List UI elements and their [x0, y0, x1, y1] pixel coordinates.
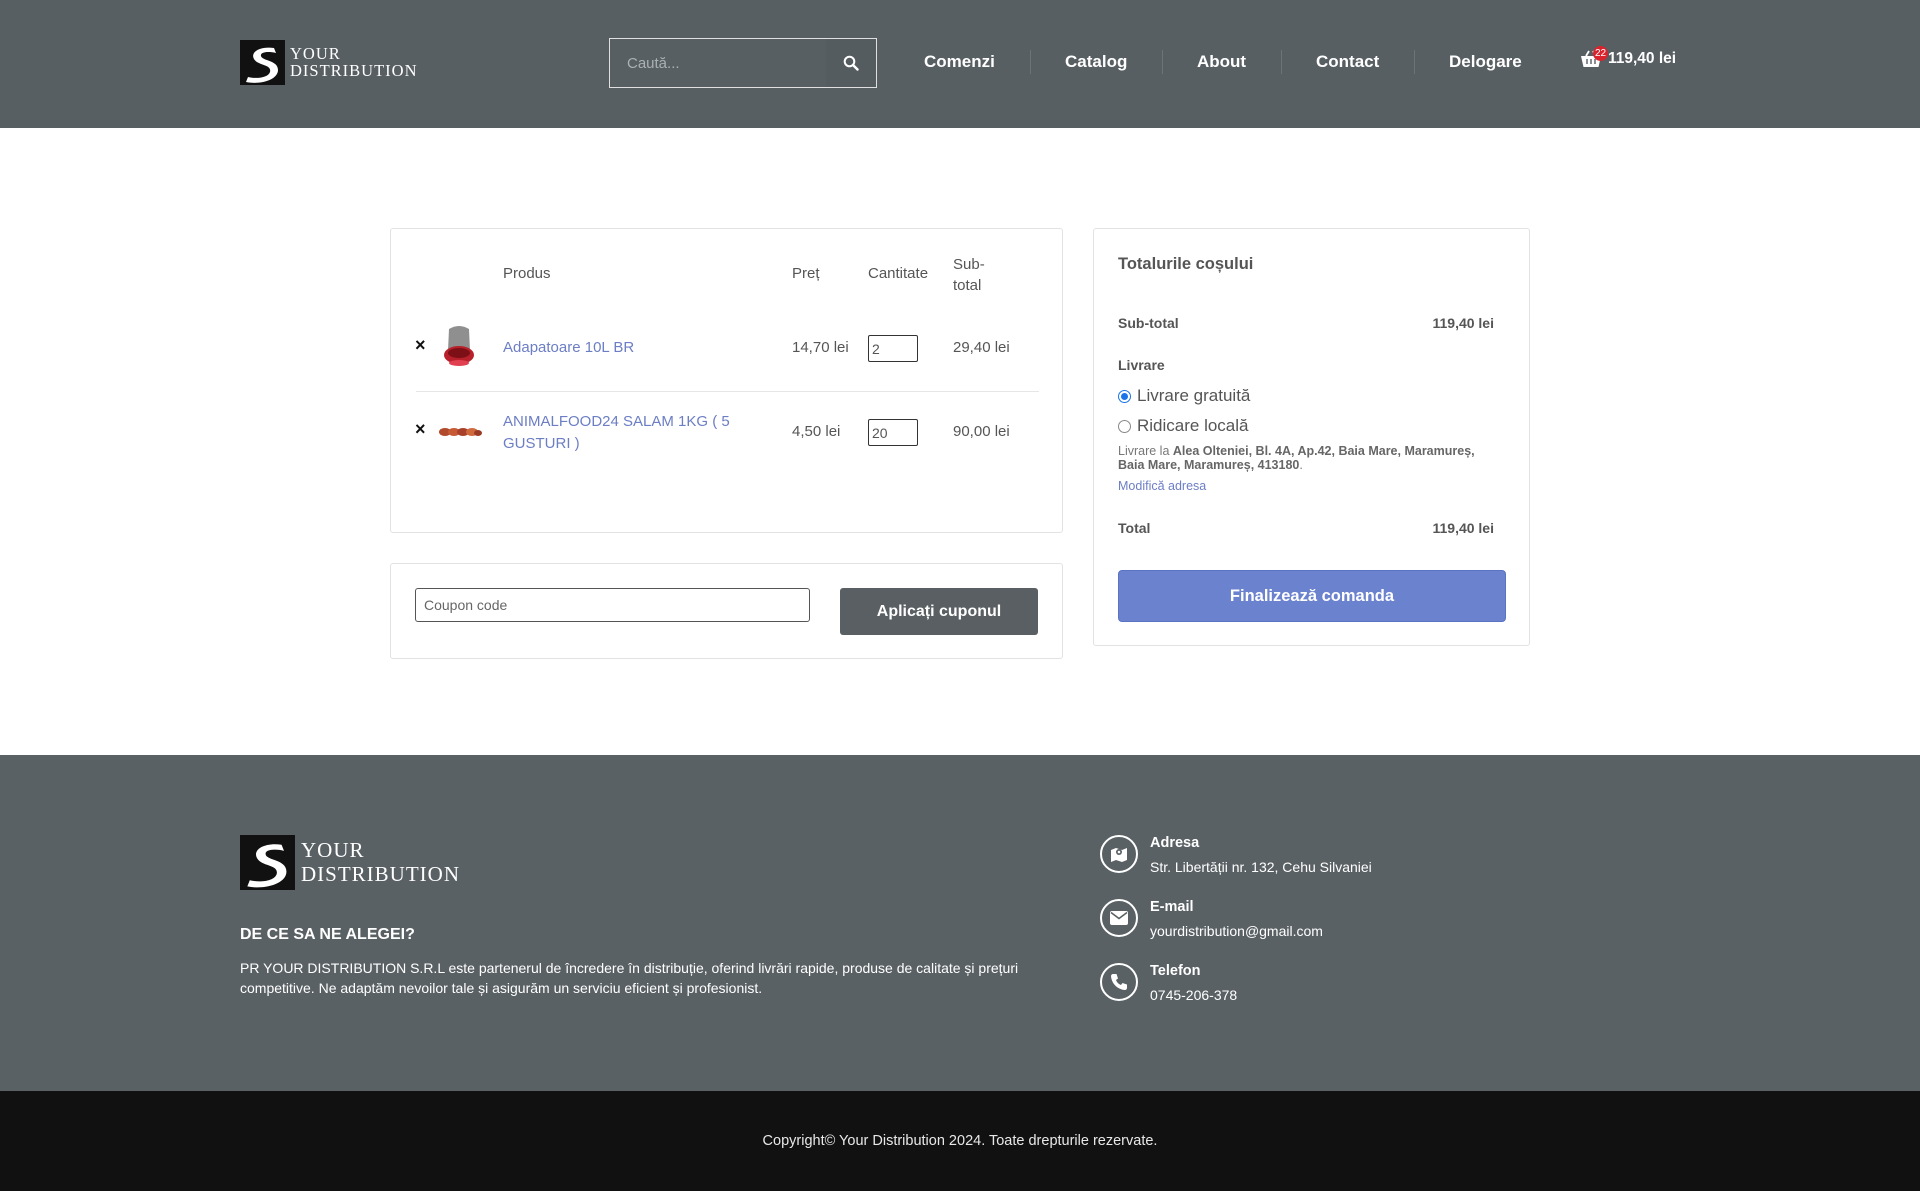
- contact-email: E-mail yourdistribution@gmail.com: [1100, 899, 1323, 939]
- logo-line2: DISTRIBUTION: [290, 61, 418, 80]
- contact-address: Adresa Str. Libertății nr. 132, Cehu Sil…: [1100, 835, 1372, 875]
- product-subtotal: 90,00 lei: [953, 423, 1010, 440]
- search-input[interactable]: [610, 39, 826, 87]
- logo-s-icon: [240, 40, 285, 85]
- nav-divider: [1162, 50, 1163, 74]
- phone-icon: [1100, 963, 1138, 1001]
- nav-divider: [1414, 50, 1415, 74]
- contact-value[interactable]: 0745-206-378: [1150, 987, 1237, 1003]
- remove-item-button[interactable]: ×: [415, 419, 426, 440]
- nav-catalog[interactable]: Catalog: [1065, 52, 1127, 72]
- contact-label: E-mail: [1150, 899, 1194, 915]
- col-header-subtotal: Sub- total: [953, 256, 985, 294]
- checkout-button[interactable]: Finalizează comanda: [1118, 570, 1506, 622]
- col-header-product: Produs: [503, 265, 551, 282]
- radio-button[interactable]: [1118, 389, 1131, 403]
- footer-logo[interactable]: YOUR DISTRIBUTION: [240, 835, 460, 890]
- shipping-option-pickup[interactable]: Ridicare locală: [1118, 416, 1249, 436]
- coupon-input[interactable]: [415, 588, 810, 622]
- subtotal-value: 119,40 lei: [1432, 315, 1494, 331]
- product-price: 14,70 lei: [792, 339, 849, 356]
- row-divider: [416, 391, 1039, 392]
- contact-label: Adresa: [1150, 835, 1200, 851]
- nav-comenzi[interactable]: Comenzi: [924, 52, 995, 72]
- logo-line2: DISTRIBUTION: [301, 862, 460, 886]
- totals-title: Totalurile coșului: [1118, 255, 1254, 273]
- header-cart[interactable]: 22 119,40 lei: [1580, 46, 1677, 68]
- search-icon: [843, 55, 859, 71]
- footer-description: PR YOUR DISTRIBUTION S.R.L este partener…: [240, 960, 1019, 996]
- radio-button[interactable]: [1118, 419, 1131, 433]
- contact-value: Str. Libertății nr. 132, Cehu Silvaniei: [1150, 859, 1372, 875]
- search-button[interactable]: [826, 39, 876, 87]
- envelope-icon: [1100, 899, 1138, 937]
- cart-count-badge: 22: [1593, 46, 1608, 61]
- quantity-input[interactable]: [868, 335, 918, 362]
- contact-label: Telefon: [1150, 963, 1201, 979]
- nav-about[interactable]: About: [1197, 52, 1246, 72]
- total-label: Total: [1118, 520, 1151, 536]
- cart-total: 119,40 lei: [1608, 50, 1677, 67]
- apply-coupon-button[interactable]: Aplicați cuponul: [840, 588, 1038, 635]
- product-link[interactable]: ANIMALFOOD24 SALAM 1KG ( 5 GUSTURI ): [503, 411, 730, 455]
- contact-value[interactable]: yourdistribution@gmail.com: [1150, 923, 1323, 939]
- shipping-label: Livrare: [1118, 357, 1165, 373]
- search-form: [609, 38, 877, 88]
- map-icon: [1100, 835, 1138, 873]
- shipping-option-free[interactable]: Livrare gratuită: [1118, 386, 1250, 406]
- quantity-input[interactable]: [868, 419, 918, 446]
- cart-totals: Totalurile coșului Sub-total 119,40 lei …: [1093, 228, 1530, 646]
- product-thumbnail[interactable]: [438, 425, 482, 444]
- product-thumbnail[interactable]: [441, 325, 477, 376]
- product-subtotal: 29,40 lei: [953, 339, 1010, 356]
- nav-contact[interactable]: Contact: [1316, 52, 1379, 72]
- coupon-section: Aplicați cuponul: [390, 563, 1063, 659]
- col-header-price: Preț: [792, 265, 820, 282]
- product-price: 4,50 lei: [792, 423, 841, 440]
- contact-phone: Telefon 0745-206-378: [1100, 963, 1237, 1003]
- logo-line1: YOUR: [290, 43, 341, 63]
- cart-table: Produs Preț Cantitate Sub- total × Adapa…: [390, 228, 1063, 533]
- nav-delogare[interactable]: Delogare: [1449, 52, 1522, 72]
- footer-heading: DE CE SA NE ALEGEI?: [240, 926, 415, 943]
- nav-divider: [1281, 50, 1282, 74]
- copyright-bar: Copyright© Your Distribution 2024. Toate…: [0, 1091, 1920, 1191]
- header-logo[interactable]: YOUR DISTRIBUTION: [240, 40, 418, 85]
- change-address-link[interactable]: Modifică adresa: [1118, 479, 1206, 493]
- product-link[interactable]: Adapatoare 10L BR: [503, 337, 634, 359]
- logo-line1: YOUR: [301, 838, 365, 862]
- remove-item-button[interactable]: ×: [415, 335, 426, 356]
- site-header: YOUR DISTRIBUTION Comenzi Catalog About …: [0, 0, 1920, 128]
- col-header-quantity: Cantitate: [868, 265, 929, 282]
- subtotal-label: Sub-total: [1118, 315, 1179, 331]
- site-footer: [0, 755, 1920, 1091]
- shipping-destination: Livrare la Alea Olteniei, Bl. 4A, Ap.42,…: [1118, 444, 1475, 472]
- logo-s-icon: [240, 835, 295, 890]
- nav-divider: [1030, 50, 1031, 74]
- copyright-text: Copyright© Your Distribution 2024. Toate…: [762, 1133, 1158, 1149]
- total-value: 119,40 lei: [1432, 520, 1494, 536]
